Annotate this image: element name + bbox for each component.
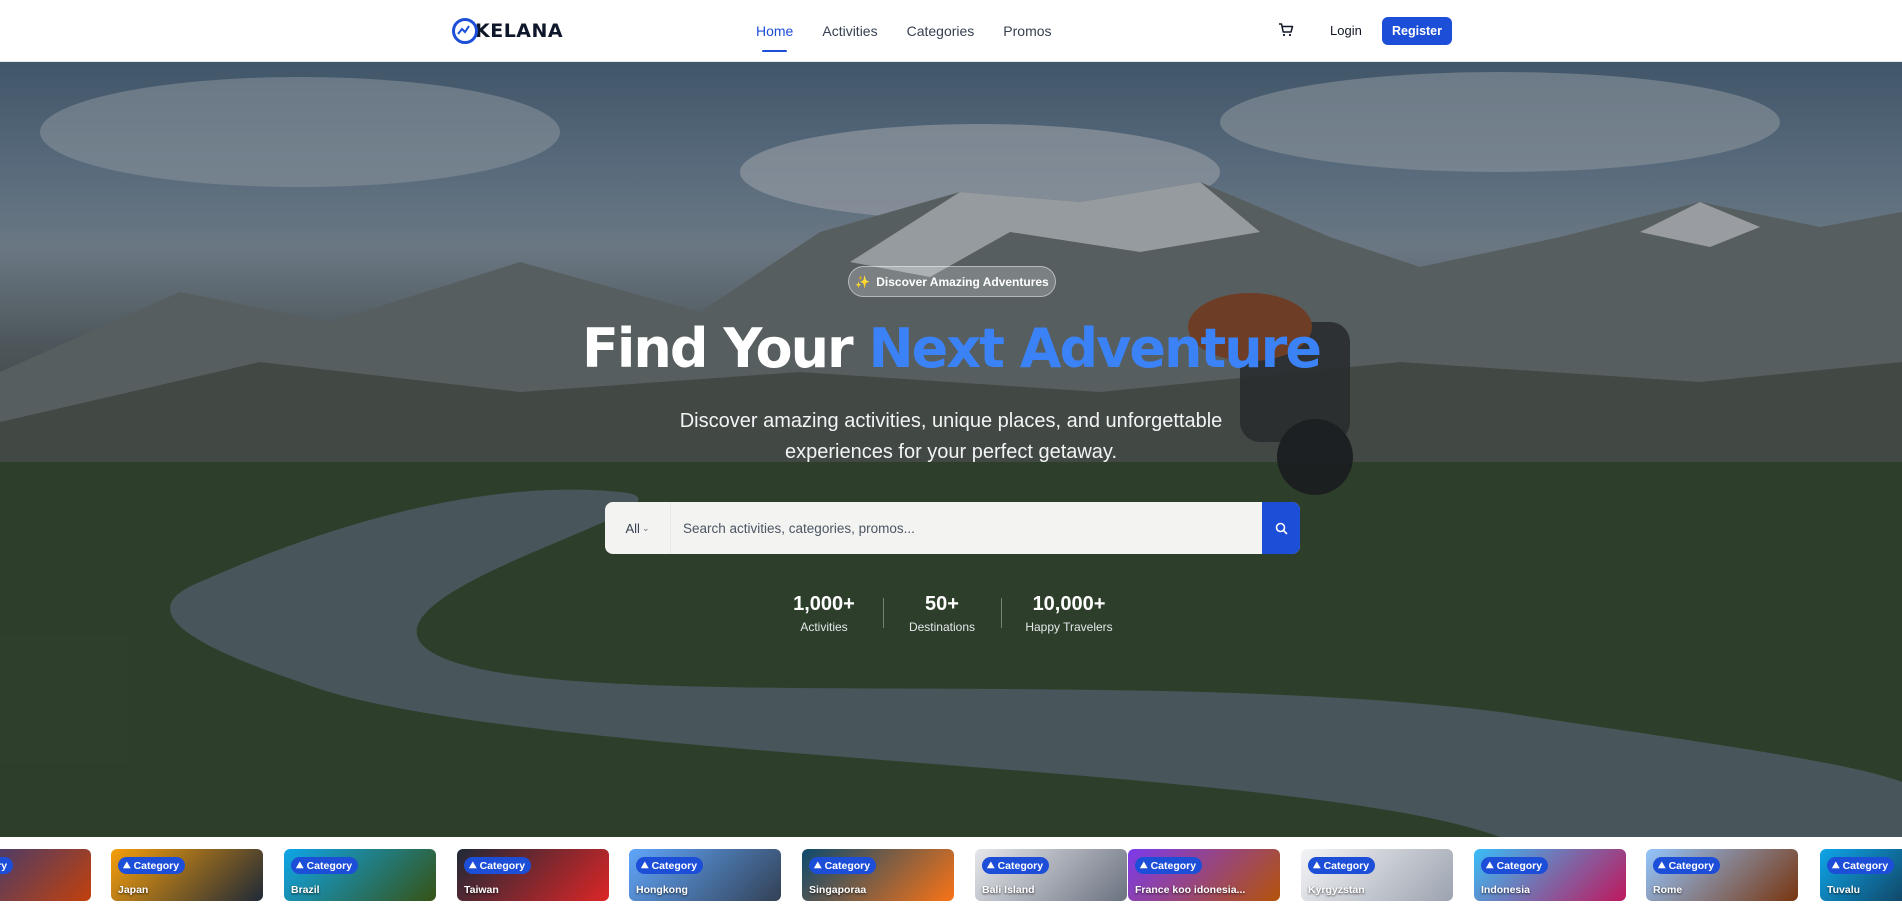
search-filter-value: All [625,520,640,536]
category-chip-label: Category [1150,859,1197,872]
category-chip-label: Category [306,859,353,872]
category-chip: ⛰Category [1135,857,1203,874]
category-chip: ⛰Category [636,857,704,874]
stat-label: Activities [800,620,848,634]
category-name: Indonesia [1481,884,1531,896]
category-name: Tuvalu [1827,884,1861,896]
search-bar: All ⌄ [605,502,1300,554]
stat-divider [1001,598,1002,628]
mountain-icon: ⛰ [1140,860,1148,870]
category-chip-label: Category [1668,859,1715,872]
category-card[interactable]: ⛰ Category Kyrgyzstan [1301,849,1453,901]
search-icon [1275,522,1288,535]
category-chip-label: Category [651,859,698,872]
stat-divider [883,598,884,628]
category-card[interactable]: ⛰ Category Singaporaa [802,849,954,901]
mountain-icon: ⛰ [1658,860,1666,870]
stat-label: Happy Travelers [1025,620,1113,634]
brand-logo[interactable]: KELANA [452,16,563,46]
category-name: Singaporaa [809,884,867,896]
category-chip: ⛰Category [118,857,186,874]
category-carousel: ⛰Category ⛰Category Japan ⛰Category Braz… [0,849,1902,901]
category-chip: ⛰Category [982,857,1050,874]
category-chip-label: Category [1323,859,1370,872]
cart-icon[interactable] [1278,22,1296,40]
category-name: Taiwan [464,884,499,896]
mountain-icon: ⛰ [987,860,995,870]
headline-start: Find Your [582,317,869,380]
category-chip-label: Category [1496,859,1543,872]
category-card[interactable]: ⛰ Category Taiwan [457,849,609,901]
mountain-icon: ⛰ [1486,860,1494,870]
category-name: Bali Island [982,884,1035,896]
stat-activities: 1,000+ Activities [781,592,867,635]
sparkles-icon: ✨ [855,274,871,289]
mountain-icon: ⛰ [814,860,822,870]
category-name: Japan [118,884,149,896]
stat-destinations: 50+ Destinations [898,592,986,635]
nav-link-activities[interactable]: Activities [822,21,877,41]
category-chip: ⛰Category [1481,857,1549,874]
category-name: Brazil [291,884,320,896]
stat-happy-travelers: 10,000+ Happy Travelers [1018,592,1120,635]
stat-value: 50+ [925,593,959,615]
category-card[interactable]: ⛰ Category Japan [111,849,263,901]
register-button[interactable]: Register [1382,17,1452,45]
category-card[interactable]: ⛰ Category Tuvalu [1820,849,1902,901]
nav-link-promos[interactable]: Promos [1003,21,1051,41]
category-chip: ⛰Category [291,857,359,874]
headline-accent: Next Adventure [868,317,1321,380]
category-chip: ⛰Category [1827,857,1895,874]
nav-link-home[interactable]: Home [756,21,793,52]
category-card[interactable]: ⛰ Category Brazil [284,849,436,901]
mountain-icon: ⛰ [641,860,649,870]
category-chip: ⛰Category [1308,857,1376,874]
category-chip-label: Category [824,859,871,872]
mountain-icon: ⛰ [296,860,304,870]
main-nav: Home Activities Categories Promos [756,0,1081,62]
category-chip-label: Category [479,859,526,872]
category-name: Kyrgyzstan [1308,884,1365,896]
hero-subtext: Discover amazing activities, unique plac… [679,410,1223,463]
search-filter-select[interactable]: All ⌄ [605,502,671,554]
category-chip-label: Category [997,859,1044,872]
discover-badge: ✨ Discover Amazing Adventures [848,266,1056,297]
category-chip: ⛰Category [809,857,877,874]
stat-value: 10,000+ [1032,593,1106,615]
mountain-icon: ⛰ [469,860,477,870]
category-name: Rome [1653,884,1683,896]
category-card[interactable]: ⛰ Category Rome [1646,849,1798,901]
mountain-icon: ⛰ [123,860,131,870]
category-card[interactable]: ⛰ Category France koo idonesia... [1128,849,1280,901]
stat-label: Destinations [908,620,976,634]
logo-icon [452,18,478,44]
category-chip: ⛰Category [0,857,14,874]
category-card[interactable]: ⛰ Category Indonesia [1474,849,1626,901]
nav-link-categories[interactable]: Categories [907,21,975,41]
mountain-icon: ⛰ [1313,860,1321,870]
logo-text: KELANA [475,20,564,42]
category-chip-label: Category [1842,859,1889,872]
stat-value: 1,000+ [793,593,855,615]
search-input[interactable] [683,502,1243,554]
mountain-icon: ⛰ [1832,860,1840,870]
category-chip-label: Category [0,859,8,872]
top-navbar: KELANA Home Activities Categories Promos… [0,0,1902,62]
chevron-down-icon: ⌄ [641,522,650,533]
hero-headline: Find Your Next Adventure [0,314,1902,384]
category-name: Hongkong [636,884,688,896]
category-name: France koo idonesia... [1135,884,1246,896]
login-button[interactable]: Login [1330,21,1362,41]
category-chip: ⛰Category [464,857,532,874]
hero-section: ✨ Discover Amazing Adventures Find Your … [0,62,1902,837]
category-chip-label: Category [133,859,180,872]
category-card[interactable]: ⛰ Category Bali Island [975,849,1127,901]
badge-label: Discover Amazing Adventures [876,274,1049,289]
search-button[interactable] [1262,502,1300,554]
category-chip: ⛰Category [1653,857,1721,874]
category-card[interactable]: ⛰ Category Hongkong [629,849,781,901]
category-card[interactable]: ⛰Category [0,849,91,901]
